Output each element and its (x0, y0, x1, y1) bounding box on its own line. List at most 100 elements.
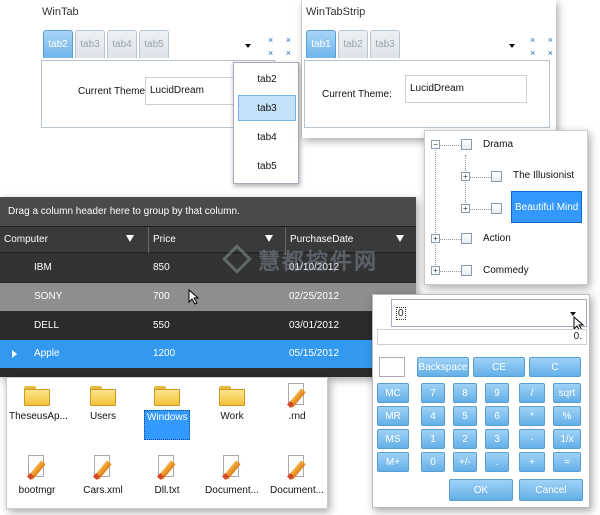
wintab-theme-label: Current Theme: (78, 86, 148, 97)
cell-date: 03/01/2012 (289, 320, 340, 331)
cell-price: 550 (153, 320, 170, 331)
file-item-windows[interactable]: Windows (137, 384, 197, 440)
file-item-users[interactable]: Users (73, 384, 133, 423)
calc-key-backspace[interactable]: Backspace (417, 357, 469, 377)
tree-checkbox-beautiful-mind[interactable] (491, 203, 502, 214)
calc-key-ce[interactable]: CE (473, 357, 525, 377)
popup-item-tab4[interactable]: tab4 (238, 125, 296, 151)
calc-key-4[interactable]: 4 (421, 406, 445, 426)
tab-tab2[interactable]: tab2 (43, 30, 73, 58)
tab-tab3[interactable]: tab3 (75, 30, 105, 58)
file-label: .rnd (288, 411, 306, 422)
tree-checkbox-action[interactable] (461, 233, 472, 244)
tree-expander-beautiful-mind-icon[interactable]: + (461, 204, 470, 213)
file-item-bootmgr[interactable]: bootmgr (7, 454, 67, 497)
popup-item-tab3[interactable]: tab3 (238, 95, 296, 121)
tree-item-illusionist[interactable]: The Illusionist (513, 166, 574, 186)
tree-checkbox-illusionist[interactable] (491, 171, 502, 182)
calc-key-reciprocal[interactable]: 1/x (553, 429, 581, 449)
calc-key-divide[interactable]: / (519, 383, 545, 403)
calc-key-9[interactable]: 9 (485, 383, 509, 403)
file-item-dll-txt[interactable]: Dll.txt (137, 454, 197, 497)
tree-item-action[interactable]: Action (483, 229, 511, 249)
column-header-price-label: Price (153, 234, 176, 245)
folder-icon (219, 384, 245, 406)
file-label: Windows (144, 410, 190, 440)
watermark-text: 慧都控件网 (258, 250, 379, 275)
tree-expander-commedy-icon[interactable]: + (431, 266, 440, 275)
calc-key-c[interactable]: C (529, 357, 581, 377)
tree-item-commedy[interactable]: Commedy (483, 261, 529, 281)
tab-tab2-strip[interactable]: tab2 (338, 30, 368, 58)
group-by-area[interactable]: Drag a column header here to group by th… (0, 197, 416, 227)
calc-key-decimal[interactable]: . (485, 452, 509, 472)
calc-key-percent[interactable]: % (553, 406, 581, 426)
tree-expander-action-icon[interactable]: + (431, 234, 440, 243)
tab-tab1[interactable]: tab1 (306, 30, 336, 58)
calc-key-sqrt[interactable]: sqrt (553, 383, 581, 403)
calc-key-mplus[interactable]: M+ (377, 452, 409, 472)
calc-key-multiply[interactable]: * (519, 406, 545, 426)
tree-item-drama[interactable]: Drama (483, 135, 513, 155)
watermark-logo: 慧都控件网 (222, 242, 390, 276)
calc-key-negate[interactable]: +/- (453, 452, 477, 472)
tab-tab3-strip[interactable]: tab3 (370, 30, 400, 58)
file-label: Dll.txt (154, 485, 180, 496)
tree-expander-illusionist-icon[interactable]: + (461, 172, 470, 181)
file-label: Users (89, 411, 117, 422)
cell-computer: SONY (34, 291, 63, 302)
calc-ok-button[interactable]: OK (449, 479, 513, 501)
column-header-computer[interactable]: Computer (0, 227, 149, 253)
calculator-panel: 0 0. Backspace CE C MC 7 8 9 / sqrt MR 4… (372, 294, 590, 508)
calc-key-0[interactable]: 0 (421, 452, 445, 472)
file-item-rnd[interactable]: .rnd (267, 382, 327, 423)
wintabstrip-theme-input[interactable]: LucidDream (405, 75, 527, 103)
calc-key-mr[interactable]: MR (377, 406, 409, 426)
file-item-document-2[interactable]: Document... (267, 454, 327, 497)
calc-key-ms[interactable]: MS (377, 429, 409, 449)
calc-key-6[interactable]: 6 (485, 406, 509, 426)
calc-key-3[interactable]: 3 (485, 429, 509, 449)
tree-expander-drama-icon[interactable]: − (431, 140, 440, 149)
document-icon (286, 382, 308, 409)
tabstrip-close-icons[interactable]: × × × × (530, 34, 558, 60)
file-item-work[interactable]: Work (202, 384, 262, 423)
table-row[interactable]: Apple 1200 05/15/2012 (0, 340, 416, 368)
calc-key-minus[interactable]: - (519, 429, 545, 449)
tab-tab5[interactable]: tab5 (139, 30, 169, 58)
calc-key-7[interactable]: 7 (421, 383, 445, 403)
tree-item-beautiful-mind[interactable]: Beautiful Mind (511, 191, 583, 223)
popup-item-tab2[interactable]: tab2 (238, 67, 296, 93)
filter-price-icon[interactable] (265, 235, 273, 242)
file-item-theseusap[interactable]: TheseusAp... (7, 384, 67, 423)
table-row[interactable]: DELL 550 03/01/2012 (0, 312, 416, 340)
calc-key-mc[interactable]: MC (377, 383, 409, 403)
tree-checkbox-drama[interactable] (461, 139, 472, 150)
wintab-title: WinTab (42, 6, 79, 18)
table-row[interactable]: SONY 700 02/25/2012 (0, 283, 416, 311)
cell-date: 05/15/2012 (289, 348, 340, 359)
calc-key-2[interactable]: 2 (453, 429, 477, 449)
wintab-theme-input[interactable]: LucidDream (145, 77, 245, 105)
popup-item-tab5[interactable]: tab5 (238, 154, 296, 180)
tab-close-icons[interactable]: × × × × (268, 34, 296, 60)
calc-key-8[interactable]: 8 (453, 383, 477, 403)
calc-key-plus[interactable]: + (519, 452, 545, 472)
tree-panel: − Drama + The Illusionist + Beautiful Mi… (424, 130, 588, 285)
tree-checkbox-commedy[interactable] (461, 265, 472, 276)
calc-cancel-button[interactable]: Cancel (519, 479, 583, 501)
file-item-document-1[interactable]: Document... (202, 454, 262, 497)
tab-dropdown-arrow-icon[interactable] (245, 44, 251, 48)
filter-purchasedate-icon[interactable] (396, 235, 404, 242)
calc-key-1[interactable]: 1 (421, 429, 445, 449)
filter-computer-icon[interactable] (126, 235, 134, 242)
folder-icon (154, 384, 180, 406)
calc-key-5[interactable]: 5 (453, 406, 477, 426)
column-header-computer-label: Computer (4, 234, 48, 245)
file-item-cars-xml[interactable]: Cars.xml (73, 454, 133, 497)
tab-tab4[interactable]: tab4 (107, 30, 137, 58)
calc-key-equals[interactable]: = (553, 452, 581, 472)
document-icon (286, 454, 308, 481)
calc-combo-input[interactable]: 0 (391, 299, 587, 327)
tabstrip-dropdown-arrow-icon[interactable] (509, 44, 515, 48)
